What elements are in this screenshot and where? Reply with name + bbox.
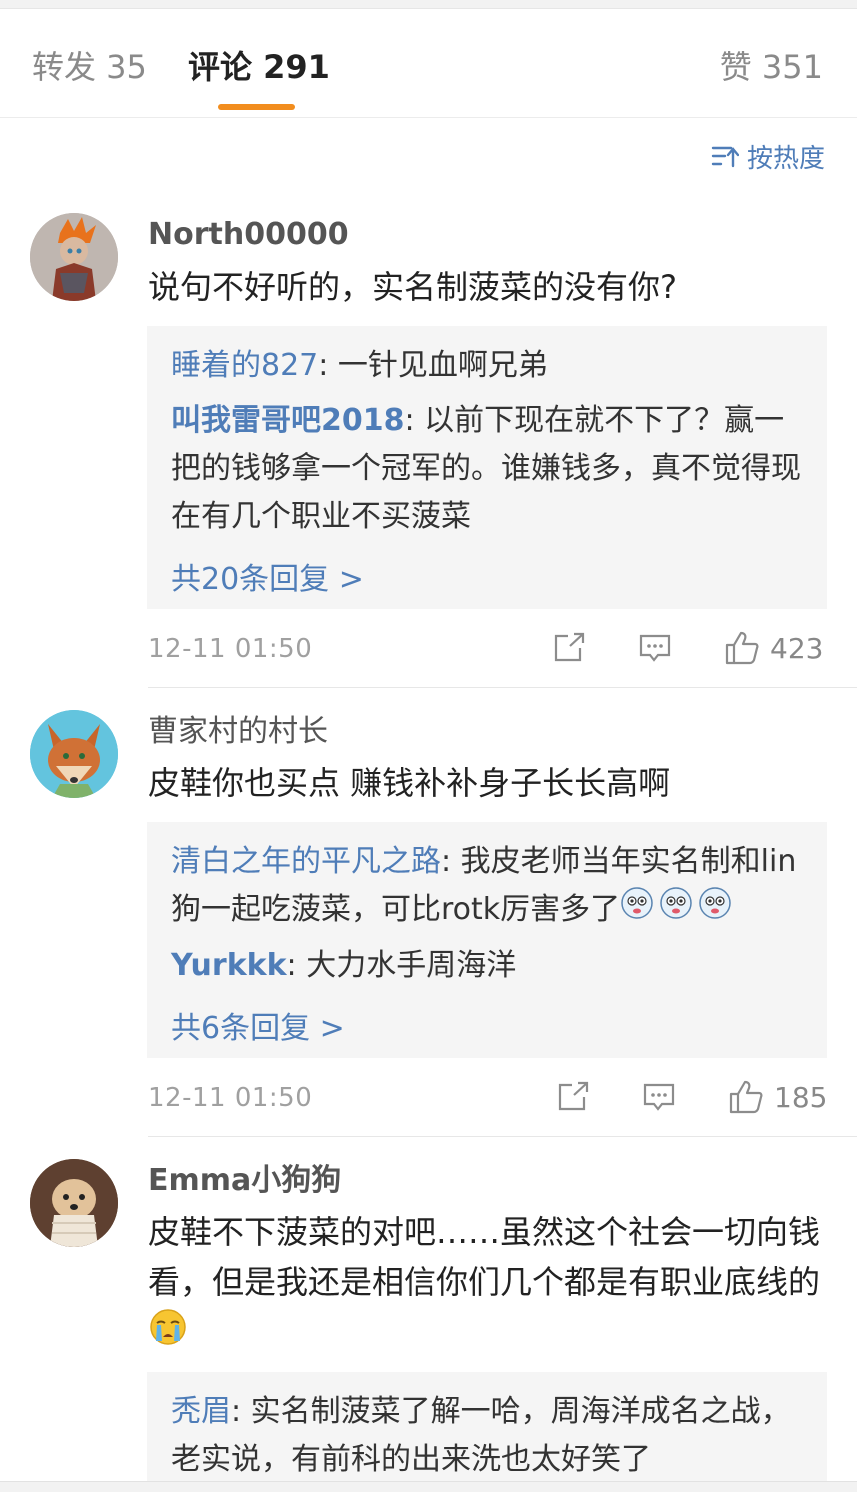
reply-username[interactable]: 清白之年的平凡之路 xyxy=(171,844,441,879)
reply-item: Yurkkk: 大力水手周海洋 xyxy=(171,942,803,990)
reply-item: 秃眉: 实名制菠菜了解一哈，周海洋成名之战，老实说，有前科的出来洗也太好笑了 xyxy=(171,1388,803,1484)
comment-icon[interactable] xyxy=(638,628,672,668)
like-button[interactable]: 185 xyxy=(728,1077,827,1117)
reply-box[interactable]: 秃眉: 实名制菠菜了解一哈，周海洋成名之战，老实说，有前科的出来洗也太好笑了 xyxy=(147,1372,827,1481)
reply-text: 大力水手周海洋 xyxy=(306,948,517,983)
comment-time: 12-11 01:50 xyxy=(148,1083,313,1113)
reply-separator: : xyxy=(318,348,338,383)
thumbs-up-icon xyxy=(729,1080,763,1114)
like-count: 185 xyxy=(774,1080,828,1114)
reply-separator: : xyxy=(404,403,425,438)
like-count: 423 xyxy=(770,631,824,665)
comment-icon[interactable] xyxy=(642,1077,676,1117)
comment-username[interactable]: North00000 xyxy=(148,215,349,255)
reply-item: 叫我雷哥吧2018: 以前下现在就不下了？赢一把的钱够拿一个冠军的。谁嫌钱多，真… xyxy=(171,397,803,541)
tab-comment[interactable]: 评论 291 xyxy=(188,47,330,87)
crying-emoji-icon xyxy=(148,1307,188,1361)
tab-repost[interactable]: 转发 35 xyxy=(32,47,147,87)
avatar[interactable] xyxy=(30,710,118,798)
view-all-replies-link[interactable]: 共20条回复 > xyxy=(171,548,803,617)
reply-separator: : xyxy=(231,1394,251,1429)
comment-text: 皮鞋不下菠菜的对吧……虽然这个社会一切向钱看，但是我还是相信你们几个都是有职业底… xyxy=(148,1207,838,1361)
comment-text: 说句不好听的，实名制菠菜的没有你? xyxy=(148,268,677,306)
reply-text: 一针见血啊兄弟 xyxy=(337,348,548,383)
reply-separator: : xyxy=(286,948,307,983)
like-button[interactable]: 423 xyxy=(724,628,823,668)
divider xyxy=(148,687,857,688)
comment-text: 皮鞋你也买点 赚钱补补身子长长高啊 xyxy=(148,764,671,802)
reply-item: 睡着的827: 一针见血啊兄弟 xyxy=(171,342,803,390)
view-all-replies-link[interactable]: 共6条回复 > xyxy=(171,997,803,1066)
comment-time: 12-11 01:50 xyxy=(148,634,313,664)
share-icon[interactable] xyxy=(552,628,586,668)
tab-like[interactable]: 赞 351 xyxy=(720,47,823,87)
active-tab-indicator xyxy=(218,104,295,110)
thumbs-up-icon xyxy=(725,631,759,665)
reply-item: 清白之年的平凡之路: 我皮老师当年实名制和lin狗一起吃菠菜，可比rotk厉害多… xyxy=(171,838,803,935)
comment-text-body: 皮鞋不下菠菜的对吧……虽然这个社会一切向钱看，但是我还是相信你们几个都是有职业底… xyxy=(148,1213,821,1301)
divider xyxy=(148,1136,857,1137)
tab-bar: 转发 35 评论 291 赞 351 xyxy=(0,9,857,118)
reply-username[interactable]: 叫我雷哥吧2018 xyxy=(171,403,405,438)
sort-icon xyxy=(711,146,739,168)
reply-text: 实名制菠菜了解一哈，周海洋成名之战，老实说，有前科的出来洗也太好笑了 xyxy=(171,1394,791,1477)
sort-button[interactable]: 按热度 xyxy=(711,136,825,176)
avatar[interactable] xyxy=(30,1159,118,1247)
reply-username[interactable]: 睡着的827 xyxy=(171,348,318,383)
comment-meta: 12-11 01:50 185 xyxy=(148,1077,838,1117)
reply-separator: : xyxy=(441,844,461,879)
share-icon[interactable] xyxy=(556,1077,590,1117)
doge-emoji-icon xyxy=(620,886,734,935)
reply-username[interactable]: Yurkkk xyxy=(171,948,287,983)
comment-username[interactable]: Emma小狗狗 xyxy=(148,1161,341,1201)
sort-label: 按热度 xyxy=(746,143,825,174)
reply-box[interactable]: 睡着的827: 一针见血啊兄弟 叫我雷哥吧2018: 以前下现在就不下了？赢一把… xyxy=(147,326,827,609)
bottom-edge xyxy=(0,1481,857,1492)
avatar-dog-image xyxy=(30,1159,118,1247)
top-edge xyxy=(0,0,857,9)
avatar-warrior-image xyxy=(30,213,118,301)
comment-meta: 12-11 01:50 423 xyxy=(148,628,838,668)
comment-username[interactable]: 曹家村的村长 xyxy=(148,712,328,752)
reply-username[interactable]: 秃眉 xyxy=(171,1394,231,1429)
avatar-fox-image xyxy=(30,710,118,798)
reply-box[interactable]: 清白之年的平凡之路: 我皮老师当年实名制和lin狗一起吃菠菜，可比rotk厉害多… xyxy=(147,822,827,1058)
avatar[interactable] xyxy=(30,213,118,301)
